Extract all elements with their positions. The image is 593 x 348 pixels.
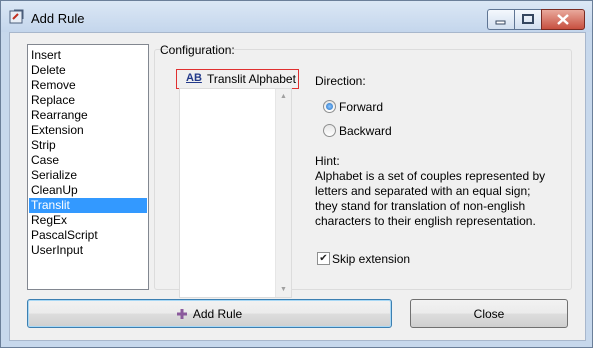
skip-extension-checkbox[interactable]: ✔: [317, 252, 330, 265]
app-icon: [9, 9, 24, 24]
rule-item-strip[interactable]: Strip: [29, 138, 147, 153]
alphabet-textbox[interactable]: ▲ ▼: [179, 88, 292, 298]
configuration-label: Configuration:: [160, 43, 235, 57]
maximize-icon: [522, 14, 534, 24]
dialog-body: Insert Delete Remove Replace Rearrange E…: [9, 32, 586, 341]
backward-label[interactable]: Backward: [339, 124, 392, 138]
rule-item-insert[interactable]: Insert: [29, 48, 147, 63]
rule-item-regex[interactable]: RegEx: [29, 213, 147, 228]
translit-alphabet-button[interactable]: AB Translit Alphabet: [176, 69, 299, 89]
add-rule-button[interactable]: Add Rule: [27, 299, 392, 328]
rule-item-translit[interactable]: Translit: [29, 198, 147, 213]
rule-item-pascalscript[interactable]: PascalScript: [29, 228, 147, 243]
radio-selected-dot: [326, 103, 333, 110]
rule-item-rearrange[interactable]: Rearrange: [29, 108, 147, 123]
forward-radio[interactable]: [323, 100, 336, 113]
minimize-icon: [495, 20, 506, 25]
close-label: Close: [473, 307, 505, 321]
forward-label[interactable]: Forward: [339, 100, 383, 114]
rule-item-delete[interactable]: Delete: [29, 63, 147, 78]
rule-item-case[interactable]: Case: [29, 153, 147, 168]
rule-item-cleanup[interactable]: CleanUp: [29, 183, 147, 198]
alphabet-scrollbar[interactable]: ▲ ▼: [275, 89, 291, 297]
rule-list[interactable]: Insert Delete Remove Replace Rearrange E…: [27, 44, 149, 290]
scroll-down-icon[interactable]: ▼: [280, 286, 287, 293]
rule-item-replace[interactable]: Replace: [29, 93, 147, 108]
close-icon: [557, 14, 569, 25]
rule-item-remove[interactable]: Remove: [29, 78, 147, 93]
close-window-button[interactable]: [541, 9, 585, 30]
scroll-up-icon[interactable]: ▲: [280, 93, 287, 100]
rule-item-serialize[interactable]: Serialize: [29, 168, 147, 183]
checkmark-icon: ✔: [319, 253, 328, 264]
maximize-button[interactable]: [514, 9, 542, 30]
add-rule-label: Add Rule: [192, 307, 243, 321]
title-bar: Add Rule: [1, 1, 592, 32]
hint-text: Alphabet is a set of couples represented…: [315, 169, 546, 228]
close-button[interactable]: Close: [410, 299, 568, 328]
rule-item-extension[interactable]: Extension: [29, 123, 147, 138]
alphabet-icon: AB: [186, 72, 202, 84]
skip-extension-label[interactable]: Skip extension: [332, 252, 410, 266]
backward-radio[interactable]: [323, 124, 336, 137]
direction-label: Direction:: [315, 74, 366, 88]
hint-label: Hint:: [315, 154, 340, 168]
rule-item-userinput[interactable]: UserInput: [29, 243, 147, 258]
translit-alphabet-label: Translit Alphabet: [207, 72, 296, 86]
minimize-button[interactable]: [487, 9, 514, 30]
window-title: Add Rule: [31, 11, 85, 26]
add-rule-window: Add Rule Insert Delete Remove Replace Re…: [0, 0, 593, 348]
plus-icon: [176, 308, 187, 319]
